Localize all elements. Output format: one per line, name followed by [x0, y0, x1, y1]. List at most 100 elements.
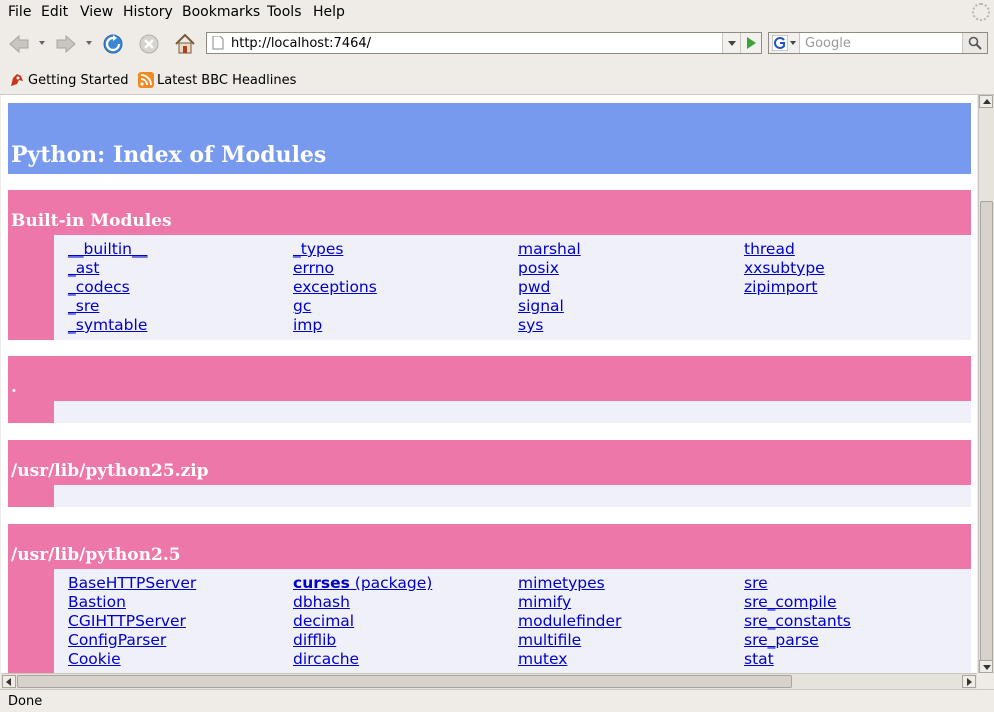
- module-link[interactable]: thread: [744, 240, 969, 259]
- section-header-dot: .: [8, 356, 971, 401]
- menu-history[interactable]: History: [123, 4, 173, 20]
- section-body-zip: [8, 485, 971, 507]
- module-link[interactable]: stat: [744, 650, 969, 669]
- page-viewport[interactable]: Python: Index of Modules Built-in Module…: [1, 95, 977, 673]
- menubar: File Edit View History Bookmarks Tools H…: [0, 0, 994, 24]
- throbber-icon: [972, 3, 990, 21]
- scroll-up-button[interactable]: [979, 95, 993, 108]
- module-column: __builtin__ _ast _codecs _sre _symtable: [68, 240, 293, 335]
- module-link[interactable]: xxsubtype: [744, 259, 969, 278]
- module-link[interactable]: sre: [744, 574, 969, 593]
- section-stripe: [8, 401, 54, 423]
- module-link[interactable]: sre_compile: [744, 593, 969, 612]
- module-link[interactable]: modulefinder: [518, 612, 743, 631]
- module-link[interactable]: gc: [293, 297, 518, 316]
- module-link[interactable]: Cookie: [68, 650, 293, 669]
- horizontal-scroll-thumb[interactable]: [17, 675, 792, 688]
- module-link[interactable]: zipimport: [744, 278, 969, 297]
- module-link[interactable]: multifile: [518, 631, 743, 650]
- address-bar[interactable]: http://localhost:7464/: [206, 32, 762, 54]
- chevron-up-icon: [983, 99, 991, 104]
- module-link[interactable]: __builtin__: [68, 240, 293, 259]
- scroll-down-button[interactable]: [979, 660, 993, 673]
- module-link[interactable]: CGIHTTPServer: [68, 612, 293, 631]
- stop-button[interactable]: [135, 31, 163, 57]
- vertical-scroll-thumb[interactable]: [980, 201, 993, 661]
- firefox-bookmark-icon: [11, 74, 23, 86]
- module-link[interactable]: decimal: [293, 612, 518, 631]
- forward-button[interactable]: [52, 31, 80, 57]
- status-bar: Done: [0, 689, 994, 712]
- reload-icon: [103, 34, 123, 54]
- module-link[interactable]: marshal: [518, 240, 743, 259]
- vertical-scrollbar[interactable]: [978, 95, 994, 673]
- module-link[interactable]: _sre: [68, 297, 293, 316]
- module-link[interactable]: dircache: [293, 650, 518, 669]
- section-stripe: [8, 485, 54, 507]
- search-button[interactable]: [962, 33, 987, 53]
- module-link[interactable]: BaseHTTPServer: [68, 574, 293, 593]
- module-link[interactable]: Bastion: [68, 593, 293, 612]
- module-link[interactable]: signal: [518, 297, 743, 316]
- module-link[interactable]: mimify: [518, 593, 743, 612]
- section-header-zip: /usr/lib/python25.zip: [8, 440, 971, 485]
- chevron-left-icon: [6, 678, 11, 686]
- module-link[interactable]: curses (package): [293, 574, 518, 593]
- module-link[interactable]: _ast: [68, 259, 293, 278]
- menu-help[interactable]: Help: [313, 4, 345, 20]
- back-history-caret-icon[interactable]: [39, 41, 45, 45]
- search-input[interactable]: Google: [805, 36, 851, 51]
- reload-button[interactable]: [99, 31, 127, 57]
- forward-history-caret-icon[interactable]: [86, 41, 92, 45]
- module-link[interactable]: sre_constants: [744, 612, 969, 631]
- search-engine-selector[interactable]: [769, 33, 800, 53]
- module-link[interactable]: dbhash: [293, 593, 518, 612]
- module-link[interactable]: posix: [518, 259, 743, 278]
- navigation-toolbar: http://localhost:7464/ Google: [0, 25, 994, 63]
- scroll-right-button[interactable]: [962, 675, 976, 688]
- menu-tools[interactable]: Tools: [267, 4, 302, 20]
- go-button[interactable]: [740, 33, 761, 53]
- module-link[interactable]: sys: [518, 316, 743, 335]
- page-title: Python: Index of Modules: [11, 142, 327, 168]
- back-arrow-icon: [9, 34, 29, 54]
- page-title-banner: Python: Index of Modules: [8, 103, 971, 174]
- url-text: http://localhost:7464/: [231, 36, 372, 51]
- chevron-down-icon: [728, 41, 736, 46]
- module-link[interactable]: mimetypes: [518, 574, 743, 593]
- bookmark-bbc-headlines[interactable]: Latest BBC Headlines: [138, 72, 296, 88]
- module-link[interactable]: _types: [293, 240, 518, 259]
- bookmark-label: Latest BBC Headlines: [157, 72, 297, 88]
- search-bar[interactable]: Google: [768, 32, 988, 54]
- menu-view[interactable]: View: [80, 4, 113, 20]
- section-title: .: [11, 377, 17, 397]
- home-button[interactable]: [171, 31, 199, 57]
- module-link[interactable]: difflib: [293, 631, 518, 650]
- module-link[interactable]: imp: [293, 316, 518, 335]
- bookmark-getting-started[interactable]: Getting Started: [9, 72, 129, 88]
- module-link[interactable]: ConfigParser: [68, 631, 293, 650]
- section-header-python25: /usr/lib/python2.5: [8, 524, 971, 569]
- status-text: Done: [8, 694, 43, 709]
- module-column: marshal posix pwd signal sys: [518, 240, 743, 335]
- module-link[interactable]: _codecs: [68, 278, 293, 297]
- horizontal-scrollbar[interactable]: [1, 673, 977, 689]
- url-history-dropdown[interactable]: [722, 33, 741, 53]
- menu-bookmarks[interactable]: Bookmarks: [182, 4, 260, 20]
- module-link[interactable]: _symtable: [68, 316, 293, 335]
- module-link[interactable]: exceptions: [293, 278, 518, 297]
- module-link[interactable]: errno: [293, 259, 518, 278]
- module-link[interactable]: pwd: [518, 278, 743, 297]
- menu-file[interactable]: File: [8, 4, 31, 20]
- module-link[interactable]: mutex: [518, 650, 743, 669]
- page-icon: [212, 36, 224, 50]
- module-column: curses (package) dbhash decimal difflib dirc…: [293, 574, 518, 669]
- module-link[interactable]: sre_parse: [744, 631, 969, 650]
- section-header-builtin: Built-in Modules: [8, 190, 971, 235]
- menu-edit[interactable]: Edit: [41, 4, 68, 20]
- module-column: BaseHTTPServer Bastion CGIHTTPServer Config…: [68, 574, 293, 669]
- back-button[interactable]: [5, 31, 33, 57]
- scroll-left-button[interactable]: [2, 675, 16, 688]
- google-engine-icon: [772, 35, 788, 51]
- chevron-down-icon: [983, 665, 991, 670]
